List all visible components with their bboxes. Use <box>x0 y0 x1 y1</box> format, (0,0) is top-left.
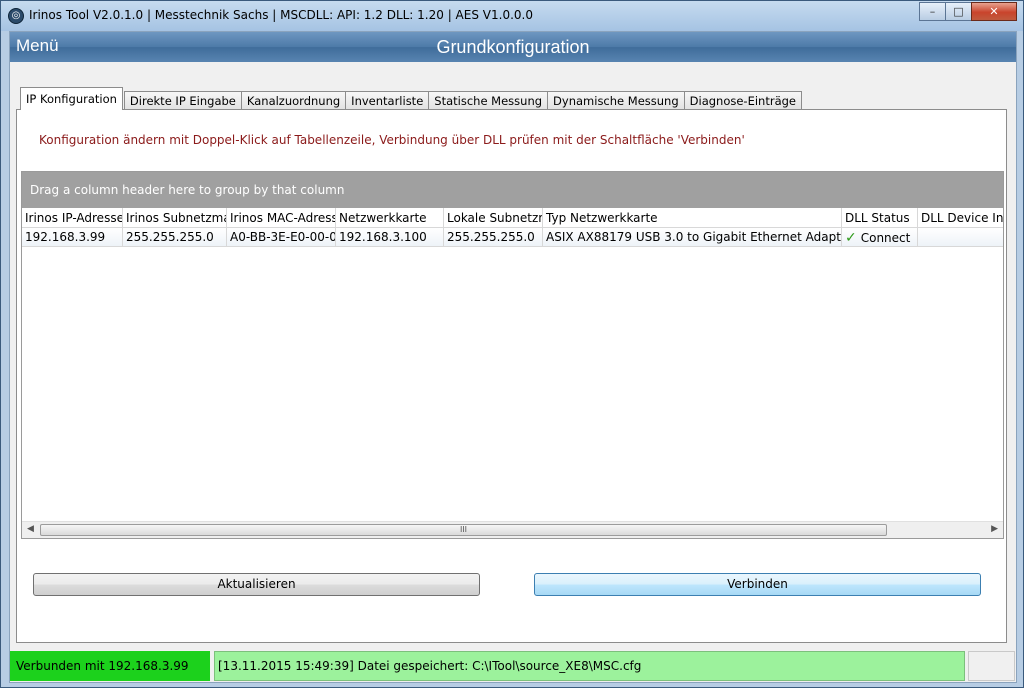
column-header[interactable]: Irinos MAC-Adresse <box>227 208 336 227</box>
tab-ip-konfiguration[interactable]: IP Konfiguration <box>20 87 123 110</box>
column-header[interactable]: Irinos IP-Adresse <box>22 208 123 227</box>
status-bar: Verbunden mit 192.168.3.99 [13.11.2015 1… <box>10 650 1016 682</box>
column-header[interactable]: Irinos Subnetzmas <box>123 208 227 227</box>
column-header[interactable]: DLL Status <box>842 208 918 227</box>
grid-header: Irinos IP-Adresse Irinos Subnetzmas Irin… <box>22 208 1003 228</box>
client-area: Menü Grundkonfiguration IP Konfiguration… <box>9 31 1017 683</box>
column-header[interactable]: DLL Device Inf <box>918 208 1003 227</box>
tab-direkte-ip-eingabe[interactable]: Direkte IP Eingabe <box>123 91 242 110</box>
connection-status: Verbunden mit 192.168.3.99 <box>10 651 210 681</box>
header-bar: Menü Grundkonfiguration <box>10 32 1016 62</box>
tab-strip: IP Konfiguration Direkte IP Eingabe Kana… <box>20 87 802 110</box>
checkmark-icon: ✓ <box>845 230 857 246</box>
minimize-button[interactable]: – <box>919 2 946 21</box>
app-icon: ◎ <box>8 8 24 24</box>
cell-subnet[interactable]: 255.255.255.0 <box>123 228 227 246</box>
tab-panel: Konfiguration ändern mit Doppel-Klick au… <box>16 109 1007 643</box>
tab-statische-messung[interactable]: Statische Messung <box>428 91 549 110</box>
refresh-button[interactable]: Aktualisieren <box>33 573 480 596</box>
tab-dynamische-messung[interactable]: Dynamische Messung <box>547 91 685 110</box>
cell-adapter-type[interactable]: ASIX AX88179 USB 3.0 to Gigabit Ethernet… <box>543 228 842 246</box>
column-header[interactable]: Lokale Subnetzm <box>444 208 543 227</box>
status-message: [13.11.2015 15:49:39] Datei gespeichert:… <box>214 651 965 681</box>
hint-text: Konfiguration ändern mit Doppel-Klick au… <box>39 133 745 147</box>
column-header[interactable]: Typ Netzwerkkarte <box>543 208 842 227</box>
close-button[interactable]: ✕ <box>971 2 1017 21</box>
tab-diagnose-eintraege[interactable]: Diagnose-Einträge <box>683 91 802 110</box>
horizontal-scrollbar[interactable]: ◀ III ▶ <box>22 521 1003 538</box>
table-row[interactable]: 192.168.3.99 255.255.255.0 A0-BB-3E-E0-0… <box>22 228 1003 247</box>
tab-inventarliste[interactable]: Inventarliste <box>345 91 430 110</box>
ip-config-grid: Drag a column header here to group by th… <box>21 171 1004 539</box>
title-bar[interactable]: ◎ Irinos Tool V2.0.1.0 | Messtechnik Sac… <box>1 1 1023 31</box>
scroll-right-icon[interactable]: ▶ <box>991 524 998 534</box>
cell-ip-address[interactable]: 192.168.3.99 <box>22 228 123 246</box>
dll-status-text: Connect <box>860 231 911 245</box>
resize-grip[interactable] <box>968 651 1015 681</box>
cell-dll-device-info[interactable] <box>918 228 1003 246</box>
app-window: ◎ Irinos Tool V2.0.1.0 | Messtechnik Sac… <box>0 0 1024 688</box>
cell-dll-status[interactable]: ✓ Connect <box>842 228 918 246</box>
window-controls: – □ ✕ <box>919 2 1017 22</box>
scroll-left-icon[interactable]: ◀ <box>27 524 34 534</box>
connect-button[interactable]: Verbinden <box>534 573 981 596</box>
tab-kanalzuordnung[interactable]: Kanalzuordnung <box>240 91 347 110</box>
group-by-panel[interactable]: Drag a column header here to group by th… <box>22 172 1003 208</box>
maximize-button[interactable]: □ <box>945 2 972 21</box>
cell-mac-address[interactable]: A0-BB-3E-E0-00-0A <box>227 228 336 246</box>
column-header[interactable]: Netzwerkkarte <box>336 208 444 227</box>
scroll-thumb[interactable]: III <box>40 524 887 536</box>
cell-network-card[interactable]: 192.168.3.100 <box>336 228 444 246</box>
cell-local-subnet[interactable]: 255.255.255.0 <box>444 228 543 246</box>
window-title: Irinos Tool V2.0.1.0 | Messtechnik Sachs… <box>29 8 533 22</box>
page-title: Grundkonfiguration <box>436 37 590 57</box>
